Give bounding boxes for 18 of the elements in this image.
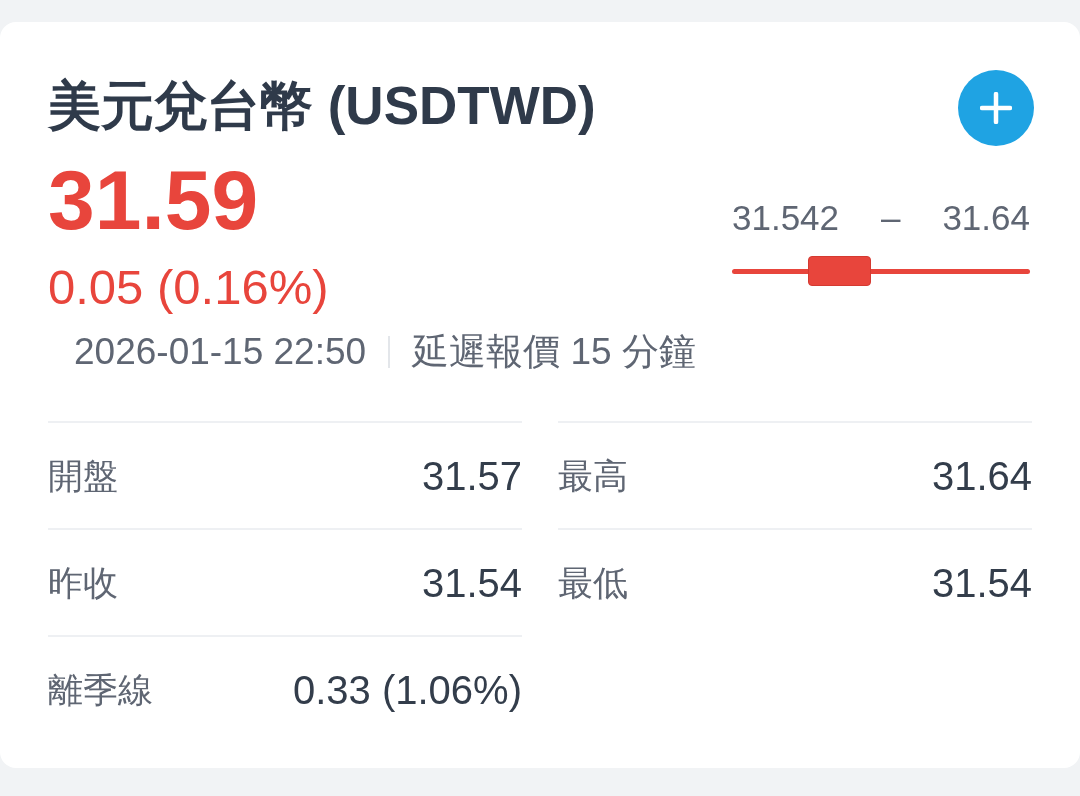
stat-label: 最高 — [558, 458, 628, 494]
stat-label: 開盤 — [48, 458, 118, 494]
stat-value: 31.57 — [421, 455, 522, 496]
delay-note: 延遲報價 15 分鐘 — [412, 329, 696, 374]
timestamp: 2026-01-15 22:50 — [74, 329, 367, 374]
stat-label: 昨收 — [48, 565, 118, 601]
stat-value: 31.64 — [931, 455, 1032, 496]
stat-label: 最低 — [558, 565, 628, 601]
stat-label: 離季線 — [48, 672, 153, 708]
stat-value: 31.54 — [421, 562, 522, 603]
price-change: 0.05 (0.16%) — [48, 259, 329, 316]
range-separator: – — [881, 197, 901, 239]
price: 31.59 — [48, 158, 260, 242]
stat-value: 31.54 — [931, 562, 1032, 603]
plus-icon — [980, 92, 1012, 124]
range-low: 31.542 — [732, 197, 840, 239]
stat-value: 0.33 (1.06%) — [292, 669, 522, 710]
range-high: 31.64 — [942, 197, 1030, 239]
